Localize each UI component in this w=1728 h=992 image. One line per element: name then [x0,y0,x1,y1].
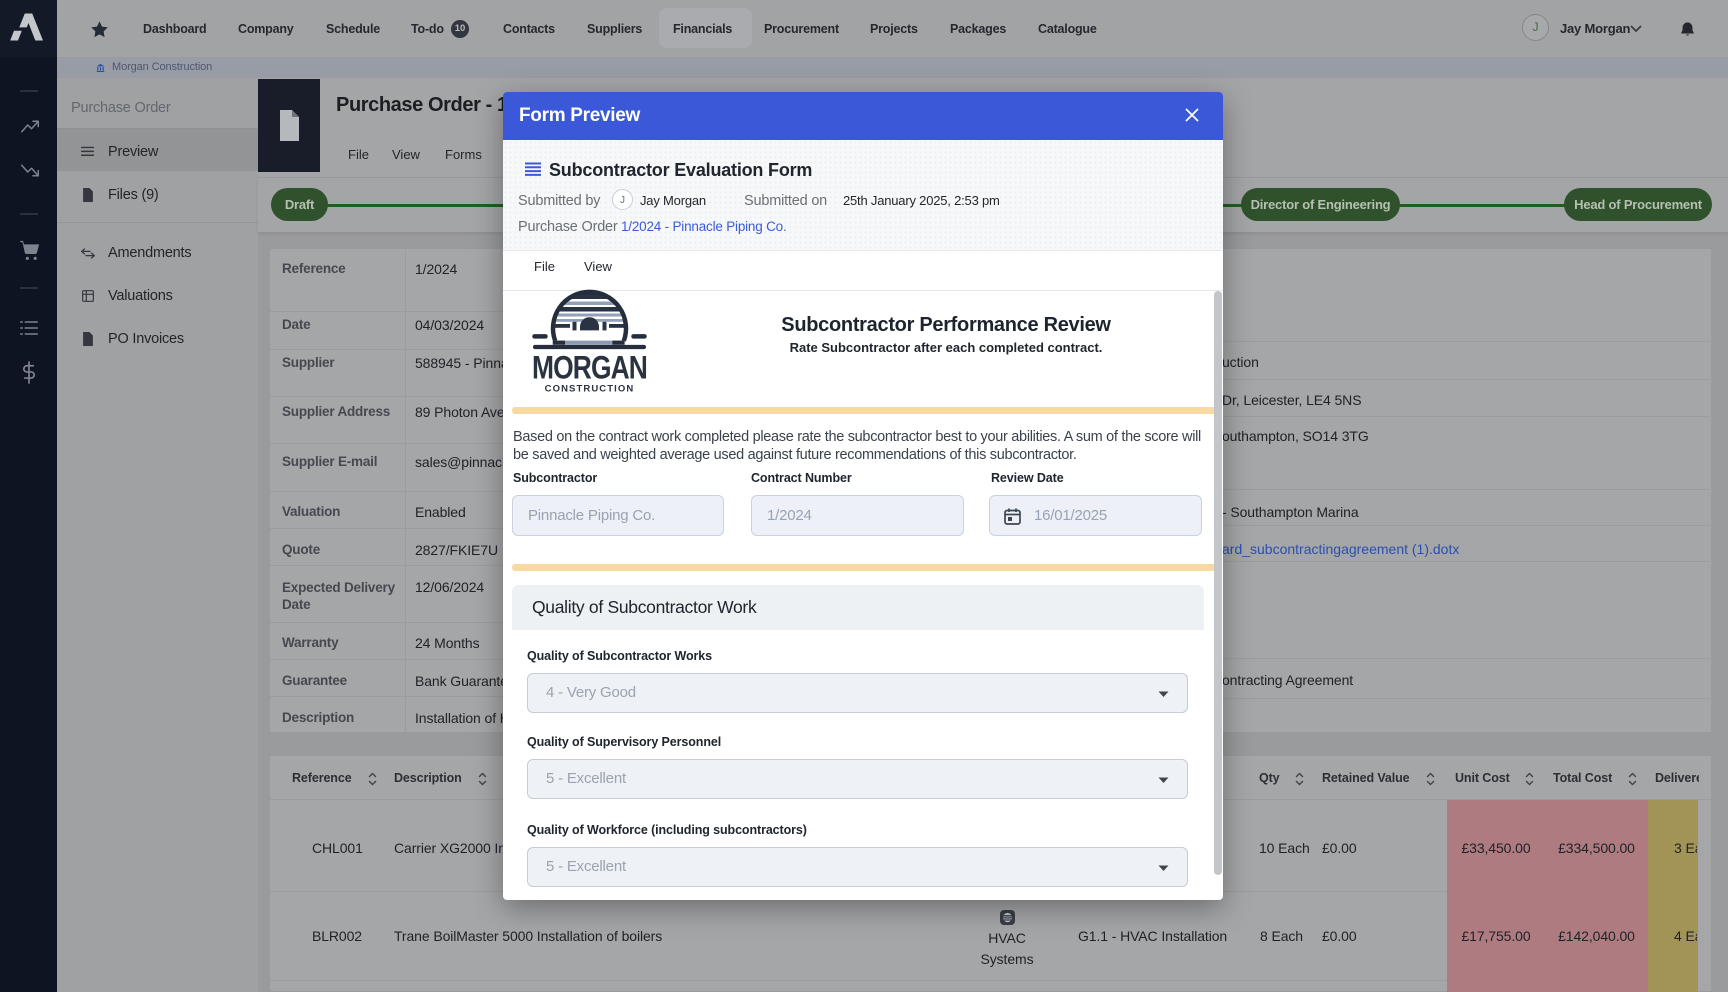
svg-text:CONSTRUCTION: CONSTRUCTION [545,384,635,395]
svg-text:MORGAN: MORGAN [532,350,647,386]
